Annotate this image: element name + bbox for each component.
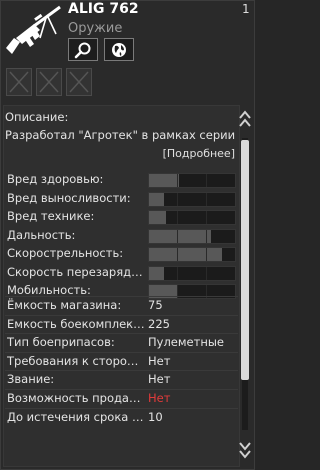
stat-value: Пулеметные bbox=[148, 335, 225, 349]
module-slot[interactable] bbox=[36, 68, 62, 96]
row-separator bbox=[5, 370, 238, 371]
scroll-up-button[interactable] bbox=[238, 105, 252, 137]
stat-bar bbox=[148, 229, 236, 244]
stat-value: Нет bbox=[148, 354, 171, 368]
empty-slot-icon bbox=[9, 71, 29, 93]
stat-bar-fill bbox=[149, 174, 180, 187]
stat-bar-fill bbox=[149, 230, 211, 243]
stat-label: Вред выносливости: bbox=[7, 191, 131, 205]
share-button[interactable] bbox=[104, 38, 134, 61]
stat-value: 225 bbox=[148, 317, 170, 331]
double-chevron-down-icon bbox=[239, 442, 251, 459]
empty-slot-icon bbox=[69, 71, 89, 93]
stat-label: Емкость боекомплекта: bbox=[7, 317, 145, 331]
stat-bar-fill bbox=[149, 193, 165, 206]
stat-label: Скорость перезарядки: bbox=[7, 265, 145, 279]
stat-bar-fill bbox=[149, 267, 165, 280]
globe-icon bbox=[112, 42, 126, 57]
row-separator bbox=[5, 315, 238, 316]
stat-label: Ёмкость магазина: bbox=[7, 298, 122, 312]
stat-label: Вред технике: bbox=[7, 209, 95, 223]
stat-bar bbox=[148, 247, 236, 262]
magnifier-icon bbox=[74, 42, 91, 58]
machine-gun-icon bbox=[4, 4, 64, 60]
empty-slot-icon bbox=[39, 71, 59, 93]
scrollbar-thumb[interactable] bbox=[241, 140, 249, 380]
item-count: 1 bbox=[242, 2, 250, 16]
stat-label: Дальность: bbox=[7, 228, 76, 242]
more-link[interactable]: [Подробнее] bbox=[163, 147, 235, 160]
stat-value: 75 bbox=[148, 298, 163, 312]
stat-bar-divider bbox=[177, 193, 179, 206]
description-label: Описание: bbox=[5, 110, 69, 124]
stat-bar bbox=[148, 210, 236, 225]
stat-value: 10 bbox=[148, 410, 163, 424]
stat-label: Скорострельность: bbox=[7, 246, 124, 260]
scroll-down-button[interactable] bbox=[238, 432, 252, 464]
stat-bar-divider bbox=[205, 267, 207, 280]
stat-bar-divider bbox=[205, 248, 207, 261]
stat-bar-divider bbox=[177, 248, 179, 261]
stat-bar-divider bbox=[205, 193, 207, 206]
stat-bar bbox=[148, 192, 236, 207]
stat-label: Звание: bbox=[7, 372, 55, 386]
item-type: Оружие bbox=[68, 21, 123, 36]
stat-bar-fill bbox=[149, 211, 167, 224]
row-separator bbox=[5, 352, 238, 353]
description-text: Разработал "Агротек" в рамках серии bbox=[5, 128, 236, 142]
stat-bar bbox=[148, 266, 236, 281]
stat-bar-divider bbox=[177, 174, 179, 187]
stat-label: Требования к стороне: bbox=[7, 354, 145, 368]
module-slot[interactable] bbox=[6, 68, 32, 96]
row-separator bbox=[5, 408, 238, 409]
stat-bar-divider bbox=[205, 174, 207, 187]
double-chevron-up-icon bbox=[239, 110, 251, 127]
stat-value: Нет bbox=[148, 391, 171, 405]
module-slots bbox=[6, 68, 92, 96]
row-separator bbox=[5, 389, 238, 390]
stat-bar-fill bbox=[149, 248, 223, 261]
stat-label: Мобильность: bbox=[7, 283, 91, 297]
stat-label: Тип боеприпасов: bbox=[7, 335, 115, 349]
stat-label: Возможность продажи: bbox=[7, 391, 145, 405]
stat-bar-divider bbox=[177, 230, 179, 243]
stat-value: Нет bbox=[148, 372, 171, 386]
stat-bar-divider bbox=[205, 230, 207, 243]
stat-bar-divider bbox=[177, 211, 179, 224]
module-slot[interactable] bbox=[66, 68, 92, 96]
row-separator bbox=[5, 296, 238, 297]
item-name: ALIG 762 bbox=[68, 1, 139, 17]
stat-bar bbox=[148, 173, 236, 188]
stat-bar-divider bbox=[177, 267, 179, 280]
stat-label: До истечения срока д... bbox=[7, 410, 145, 424]
row-separator bbox=[5, 333, 238, 334]
stat-label: Вред здоровью: bbox=[7, 172, 104, 186]
inspect-button[interactable] bbox=[68, 38, 98, 61]
stat-bar-divider bbox=[205, 211, 207, 224]
